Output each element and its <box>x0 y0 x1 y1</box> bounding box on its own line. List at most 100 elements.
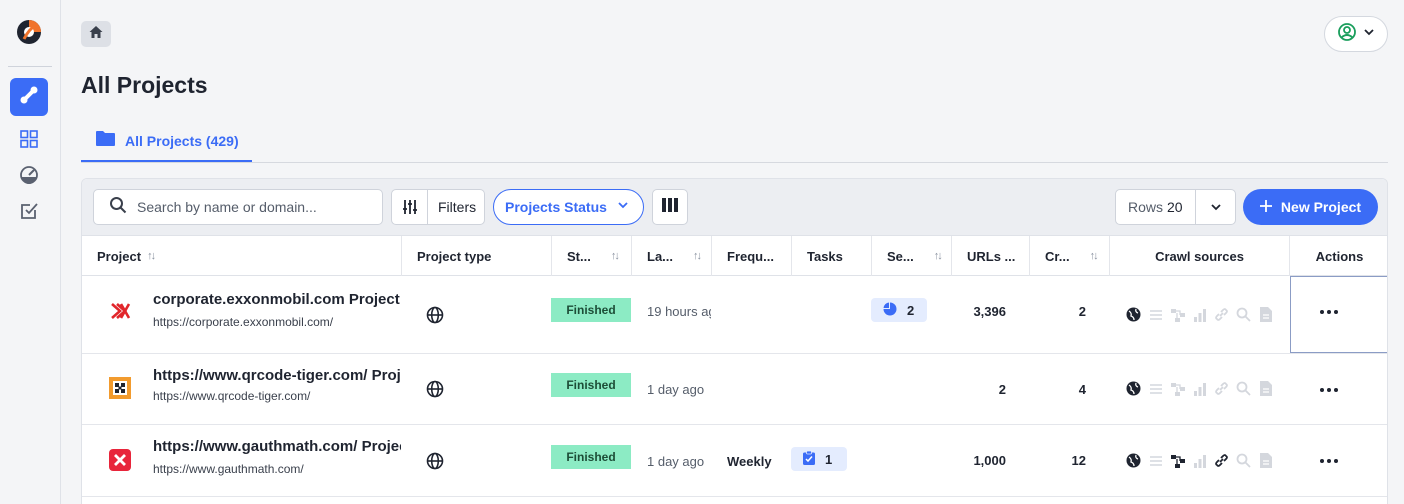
tab-all-projects[interactable]: All Projects (429) <box>81 122 252 162</box>
user-avatar-icon <box>1337 22 1357 47</box>
sidebar <box>0 0 61 504</box>
more-options-icon[interactable] <box>1318 458 1340 464</box>
search-icon <box>109 196 127 219</box>
sitemap-icon <box>1169 452 1186 469</box>
gauge-icon <box>19 165 39 190</box>
table-row[interactable]: https://www.gauthmath.com/ Project https… <box>82 425 1387 497</box>
projects-status-label: Projects Status <box>505 199 607 215</box>
filters-button[interactable]: Filters <box>391 189 485 225</box>
project-name[interactable]: https://www.gauthmath.com/ Project <box>153 438 401 455</box>
col-segments[interactable]: Se... ↑↓ <box>872 236 952 276</box>
user-menu-button[interactable] <box>1324 16 1388 52</box>
more-options-icon[interactable] <box>1318 387 1340 393</box>
segments-pill[interactable]: 2 <box>871 298 927 322</box>
chevron-down-icon <box>617 198 629 216</box>
rows-per-page-select[interactable]: Rows 20 <box>1115 189 1236 225</box>
chevron-down-icon[interactable] <box>1196 200 1235 214</box>
sort-icon: ↑↓ <box>1089 250 1099 262</box>
urls-count: 3,396 <box>973 304 1006 319</box>
filters-label: Filters <box>438 199 477 215</box>
tasks-pill[interactable]: 1 <box>791 447 847 471</box>
table-row[interactable]: https://www.qrcode-tiger.com/ Project ht… <box>82 354 1387 425</box>
project-url[interactable]: https://www.gauthmath.com/ <box>153 462 304 476</box>
columns-button[interactable] <box>652 189 688 225</box>
status-badge: Finished <box>551 445 631 469</box>
crawl-sources <box>1125 380 1274 397</box>
tab-label: All Projects (429) <box>125 133 239 149</box>
more-options-icon[interactable] <box>1318 309 1340 315</box>
exxonmobil-favicon <box>109 300 131 322</box>
projects-card: Filters Projects Status Rows 20 <box>81 178 1388 504</box>
sort-icon: ↑↓ <box>610 250 620 262</box>
analytics-icon <box>1191 452 1208 469</box>
globe-icon <box>426 425 444 496</box>
checkbox-icon <box>19 201 39 226</box>
search-console-icon <box>1235 380 1252 397</box>
search-box[interactable] <box>93 189 383 225</box>
last-crawl: 1 day ago <box>647 382 705 397</box>
table-row[interactable]: corporate.exxonmobil.com Project https:/… <box>82 276 1387 354</box>
urls-count: 1,000 <box>973 453 1006 468</box>
tabs-divider <box>81 162 1388 163</box>
chevron-down-icon <box>1363 25 1375 43</box>
list-icon <box>1147 452 1164 469</box>
sidebar-item-crawl[interactable] <box>10 78 48 116</box>
sidebar-item-tasks[interactable] <box>17 201 41 225</box>
new-project-button[interactable]: New Project <box>1243 189 1378 225</box>
col-frequency[interactable]: Frequ... <box>712 236 792 276</box>
link-icon <box>1213 306 1230 323</box>
col-urls[interactable]: URLs ... <box>952 236 1030 276</box>
project-name[interactable]: corporate.exxonmobil.com Project <box>153 291 401 308</box>
page-title: All Projects <box>81 72 208 98</box>
crawls-count: 2 <box>1078 304 1086 319</box>
crawls-count: 4 <box>1078 382 1086 397</box>
sort-icon: ↑↓ <box>147 250 156 262</box>
status-badge: Finished <box>551 373 631 397</box>
globe-icon <box>426 354 444 424</box>
tasks-count: 1 <box>825 451 833 467</box>
project-url[interactable]: https://www.qrcode-tiger.com/ <box>153 389 310 403</box>
search-console-icon <box>1235 306 1252 323</box>
projects-status-dropdown[interactable]: Projects Status <box>493 189 644 225</box>
sitemap-icon <box>1169 306 1186 323</box>
sidebar-item-reports[interactable] <box>17 165 41 189</box>
web-crawl-icon <box>1125 306 1142 323</box>
col-project-type[interactable]: Project type <box>402 236 552 276</box>
qrcode-tiger-favicon <box>109 377 131 399</box>
sidebar-divider <box>8 66 52 67</box>
rows-value: 20 <box>1167 199 1183 215</box>
file-icon <box>1257 452 1274 469</box>
col-crawls[interactable]: Cr... ↑↓ <box>1030 236 1110 276</box>
list-icon <box>1147 306 1164 323</box>
col-last[interactable]: La... ↑↓ <box>632 236 712 276</box>
link-icon <box>18 84 40 111</box>
grid-icon <box>19 129 39 154</box>
search-input[interactable] <box>137 199 357 215</box>
home-button[interactable] <box>81 21 111 47</box>
list-icon <box>1147 380 1164 397</box>
sort-icon: ↑↓ <box>693 250 702 262</box>
col-project[interactable]: Project ↑↓ <box>82 236 402 276</box>
col-status[interactable]: St... ↑↓ <box>552 236 632 276</box>
new-project-label: New Project <box>1280 199 1362 215</box>
last-crawl: 19 hours ago <box>647 304 711 319</box>
project-url[interactable]: https://corporate.exxonmobil.com/ <box>153 315 333 329</box>
rows-label: Rows <box>1128 199 1164 215</box>
file-icon <box>1257 380 1274 397</box>
globe-icon <box>426 276 444 353</box>
analytics-icon <box>1191 380 1208 397</box>
sidebar-item-dashboard[interactable] <box>17 129 41 153</box>
pie-chart-icon <box>883 302 897 319</box>
project-name[interactable]: https://www.qrcode-tiger.com/ Project <box>153 367 401 384</box>
crawl-frequency: Weekly <box>727 454 772 469</box>
columns-icon <box>662 197 678 217</box>
sliders-icon <box>392 190 428 224</box>
table-toolbar: Filters Projects Status Rows 20 <box>82 179 1387 236</box>
file-icon <box>1257 306 1274 323</box>
sitemap-icon <box>1169 380 1186 397</box>
app-logo[interactable] <box>16 19 42 45</box>
table-header: Project ↑↓ Project type St... ↑↓ La... ↑↓ F… <box>82 236 1387 276</box>
col-tasks[interactable]: Tasks <box>792 236 872 276</box>
urls-count: 2 <box>998 382 1006 397</box>
web-crawl-icon <box>1125 380 1142 397</box>
